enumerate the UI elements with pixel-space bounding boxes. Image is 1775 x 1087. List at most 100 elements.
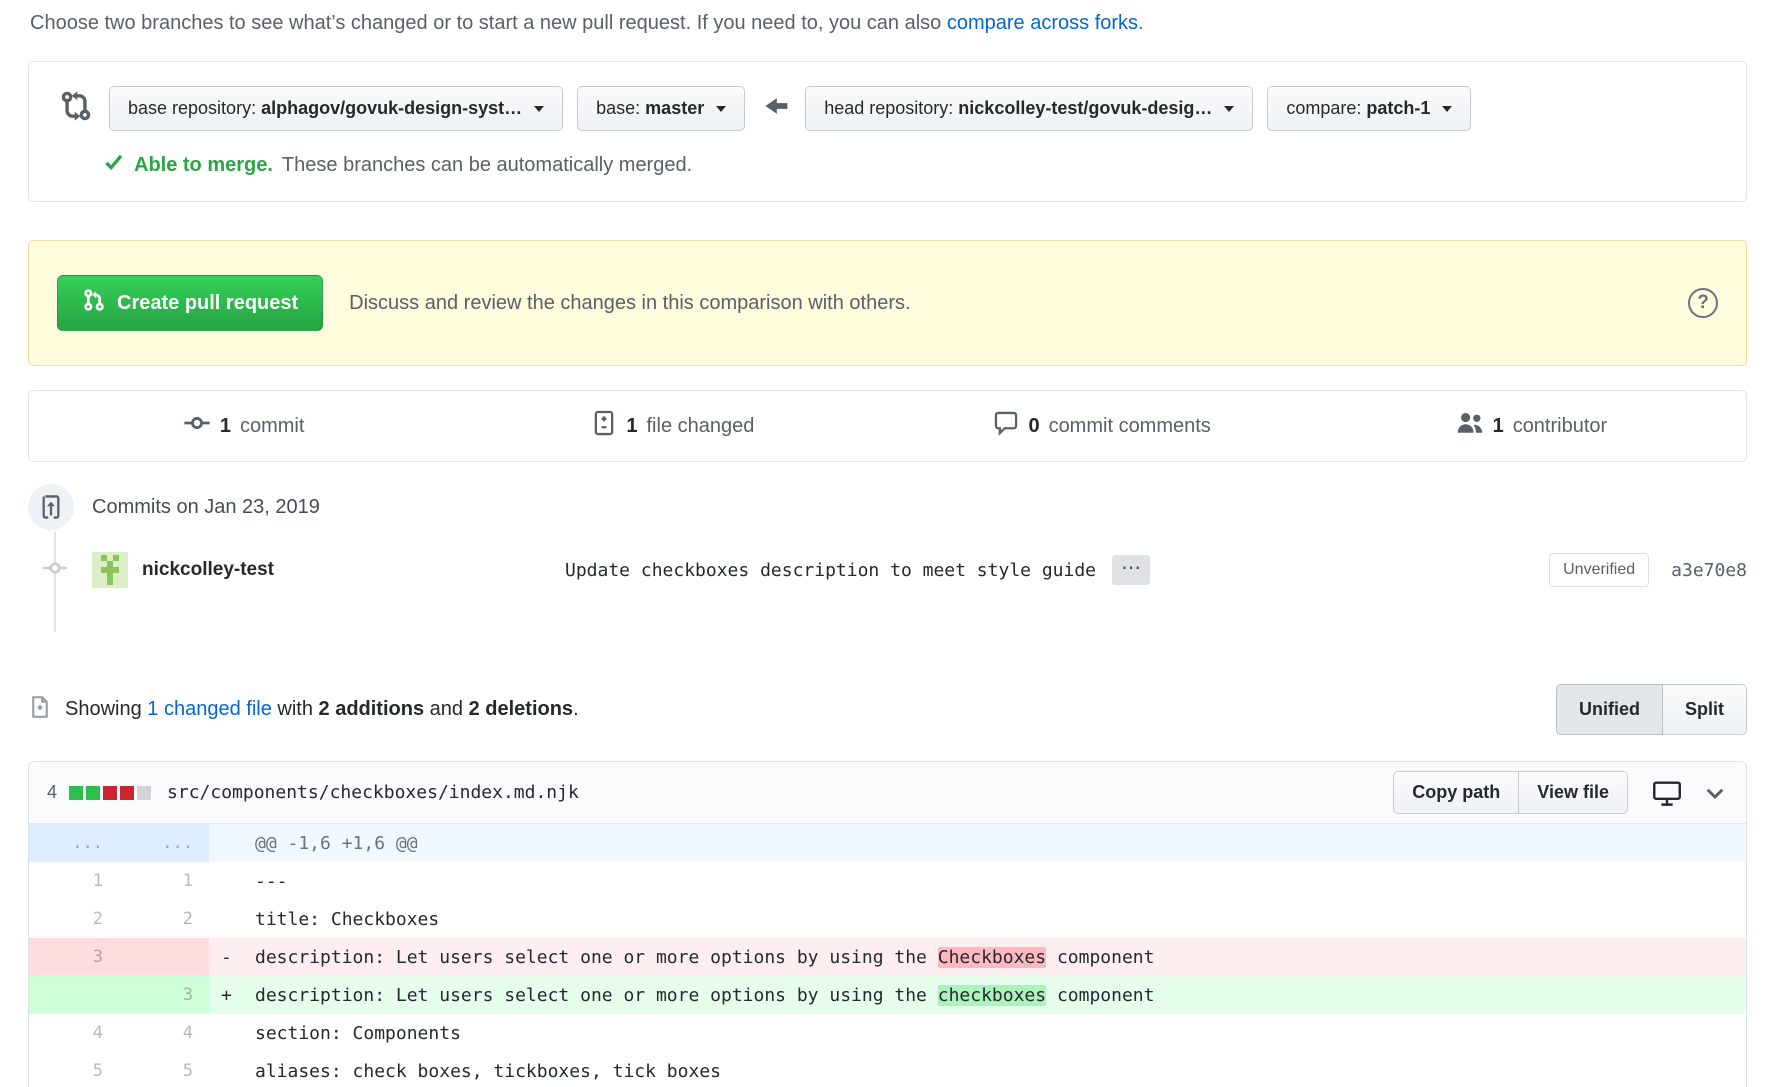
dropdown-caret-icon — [716, 106, 726, 112]
banner-text: Discuss and review the changes in this c… — [349, 292, 1688, 315]
commit-author[interactable]: nickcolley-test — [142, 559, 565, 581]
diff-line-content: aliases: check boxes, tickboxes, tick bo… — [209, 1052, 1746, 1087]
commit-message-expander[interactable]: ⋯ — [1112, 555, 1150, 585]
stat-contributors[interactable]: 1 contributor — [1317, 409, 1746, 443]
line-number-new[interactable]: 5 — [119, 1052, 209, 1087]
summary-additions: 2 additions — [319, 698, 425, 720]
summary-text: Showing 1 changed file with 2 additions … — [65, 698, 579, 721]
create-pr-banner: Create pull request Discuss and review t… — [28, 240, 1747, 366]
line-number-new[interactable]: 1 — [119, 862, 209, 900]
intro-after: . — [1138, 12, 1144, 34]
hunk-header: @@ -1,6 +1,6 @@ — [209, 824, 1746, 862]
split-view-button[interactable]: Split — [1663, 684, 1747, 735]
diff-line-context: 5 5 aliases: check boxes, tickboxes, tic… — [29, 1052, 1746, 1087]
stat-files-changed[interactable]: 1 file changed — [458, 410, 887, 442]
stat-comments-count: 0 — [1028, 415, 1039, 438]
avatar[interactable] — [92, 552, 128, 588]
view-file-button[interactable]: View file — [1519, 771, 1628, 814]
line-number-old[interactable]: 3 — [29, 938, 119, 976]
diff-line-context: 4 4 section: Components — [29, 1014, 1746, 1052]
unified-view-button[interactable]: Unified — [1556, 684, 1663, 735]
base-repo-value: alphagov/govuk-design-syst… — [261, 98, 522, 118]
diff-file-header: 4 src/components/checkboxes/index.md.njk… — [29, 762, 1746, 824]
unverified-badge[interactable]: Unverified — [1549, 553, 1649, 587]
summary-period: . — [573, 698, 579, 720]
head-repository-dropdown[interactable]: head repository: nickcolley-test/govuk-d… — [805, 86, 1253, 131]
chevron-down-icon[interactable] — [1702, 780, 1728, 806]
merge-status-title: Able to merge. — [134, 154, 273, 177]
help-icon[interactable]: ? — [1688, 288, 1718, 318]
line-number-new[interactable]: 3 — [119, 976, 209, 1014]
line-number-old[interactable]: 2 — [29, 900, 119, 938]
merge-status-description: These branches can be automatically merg… — [282, 154, 692, 177]
base-repository-dropdown[interactable]: base repository: alphagov/govuk-design-s… — [109, 86, 563, 131]
diff-hunk-row: ... ... @@ -1,6 +1,6 @@ — [29, 824, 1746, 862]
stats-bar: 1 commit 1 file changed 0 commit comment… — [28, 390, 1747, 462]
intro-text: Choose two branches to see what’s change… — [30, 12, 1775, 35]
compare-branch-dropdown[interactable]: compare: patch-1 — [1267, 86, 1471, 131]
compare-value: patch-1 — [1366, 98, 1430, 118]
dropdown-caret-icon — [1224, 106, 1234, 112]
comment-icon — [993, 410, 1019, 442]
stat-files-label: file changed — [647, 415, 755, 438]
changed-file-link[interactable]: 1 changed file — [147, 698, 272, 720]
commits-date-heading: Commits on Jan 23, 2019 — [92, 496, 320, 519]
diff-line-content: section: Components — [209, 1014, 1746, 1052]
diff-line-context: 1 1 --- — [29, 862, 1746, 900]
base-branch-dropdown[interactable]: base: master — [577, 86, 745, 131]
stat-contributors-label: contributor — [1513, 415, 1608, 438]
copy-path-button[interactable]: Copy path — [1393, 771, 1519, 814]
line-number-new[interactable]: 2 — [119, 900, 209, 938]
head-repo-label: head repository: — [824, 98, 958, 118]
diff-table: ... ... @@ -1,6 +1,6 @@ 1 1 --- 2 2 titl… — [29, 824, 1746, 1087]
commit-row: nickcolley-test Update checkboxes descri… — [28, 552, 1747, 588]
stat-commits[interactable]: 1 commit — [29, 409, 458, 443]
arrow-left-icon — [763, 93, 789, 124]
commit-message[interactable]: Update checkboxes description to meet st… — [565, 560, 1096, 581]
head-repo-value: nickcolley-test/govuk-desig… — [958, 98, 1212, 118]
summary-showing: Showing — [65, 698, 147, 720]
line-number-new[interactable] — [119, 938, 209, 976]
file-diff-icon — [591, 410, 617, 442]
diff-line-content: --- — [209, 862, 1746, 900]
create-pull-request-button[interactable]: Create pull request — [57, 275, 323, 331]
base-value: master — [645, 98, 704, 118]
diff-line-content: title: Checkboxes — [209, 900, 1746, 938]
intro-before: Choose two branches to see what’s change… — [30, 12, 947, 34]
commit-icon — [183, 409, 211, 443]
git-pull-request-icon — [82, 288, 106, 318]
rich-diff-icon[interactable] — [1652, 778, 1682, 808]
line-number-old[interactable] — [29, 976, 119, 1014]
people-icon — [1456, 409, 1484, 443]
commit-sha[interactable]: a3e70e8 — [1671, 560, 1747, 581]
dropdown-caret-icon — [534, 106, 544, 112]
stat-commit-comments[interactable]: 0 commit comments — [888, 410, 1317, 442]
files-summary: Showing 1 changed file with 2 additions … — [28, 684, 1747, 735]
dropdown-caret-icon — [1442, 106, 1452, 112]
compare-page: Choose two branches to see what’s change… — [0, 0, 1775, 1087]
diffstat-blocks — [69, 786, 151, 800]
repo-push-icon — [28, 484, 74, 530]
line-number-old[interactable]: 5 — [29, 1052, 119, 1087]
hunk-new-gutter: ... — [119, 824, 209, 862]
check-icon — [103, 151, 125, 179]
create-pull-request-label: Create pull request — [117, 292, 298, 315]
line-number-new[interactable]: 4 — [119, 1014, 209, 1052]
diff-line-deletion: 3 -description: Let users select one or … — [29, 938, 1746, 976]
stat-commits-count: 1 — [220, 415, 231, 438]
hunk-old-gutter: ... — [29, 824, 119, 862]
added-word: checkboxes — [938, 985, 1046, 1006]
file-icon — [28, 695, 52, 724]
base-label: base: — [596, 98, 645, 118]
compare-across-forks-link[interactable]: compare across forks — [947, 12, 1138, 34]
diff-file-box: 4 src/components/checkboxes/index.md.njk… — [28, 761, 1747, 1087]
stat-commits-label: commit — [240, 415, 304, 438]
diff-line-content: -description: Let users select one or mo… — [209, 938, 1746, 976]
branch-selector-box: base repository: alphagov/govuk-design-s… — [28, 61, 1747, 202]
deleted-word: Checkboxes — [938, 947, 1046, 968]
line-number-old[interactable]: 1 — [29, 862, 119, 900]
diff-line-content: +description: Let users select one or mo… — [209, 976, 1746, 1014]
compare-label: compare: — [1286, 98, 1366, 118]
summary-with: with — [272, 698, 319, 720]
line-number-old[interactable]: 4 — [29, 1014, 119, 1052]
